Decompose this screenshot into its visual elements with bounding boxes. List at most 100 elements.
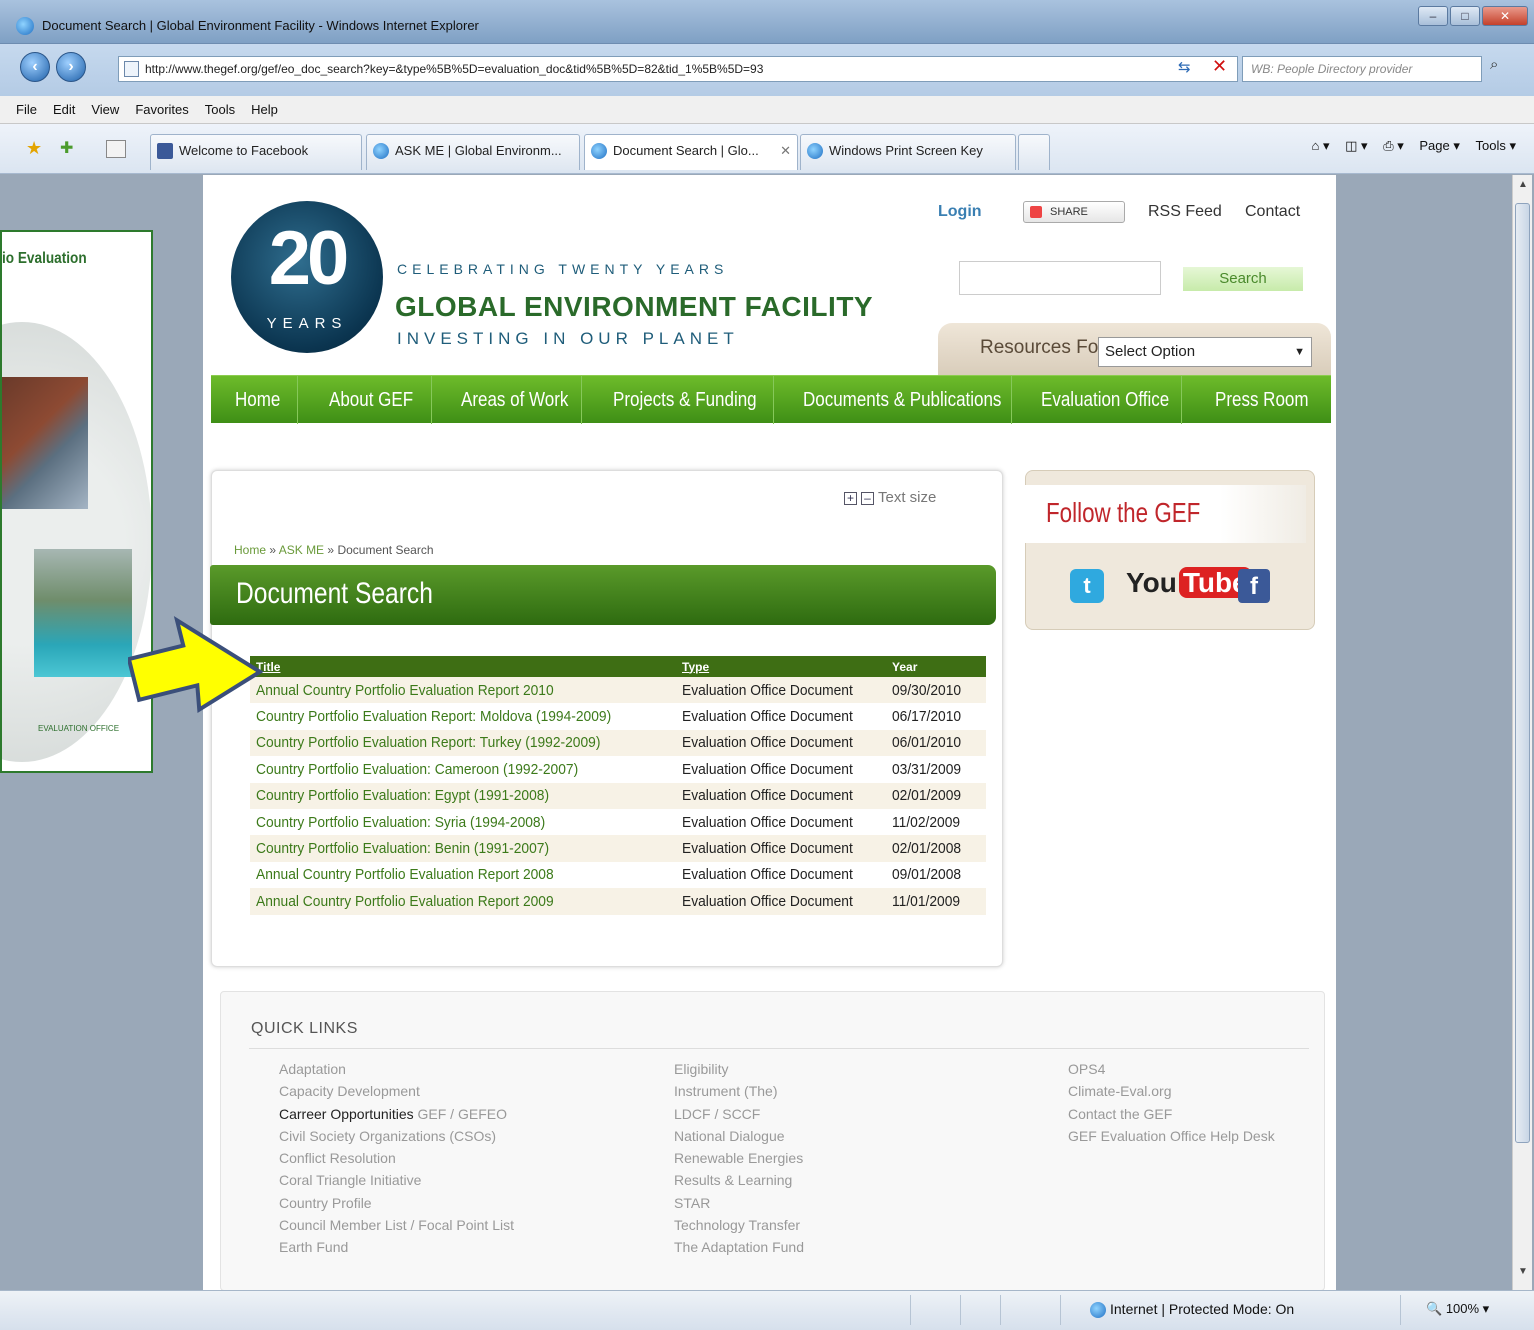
quick-tabs-icon[interactable] <box>106 140 126 158</box>
breadcrumb-home[interactable]: Home <box>234 543 266 557</box>
document-link[interactable]: Country Portfolio Evaluation: Syria (199… <box>250 809 676 835</box>
column-type[interactable]: Type <box>676 656 886 677</box>
menu-help[interactable]: Help <box>251 96 278 124</box>
decrease-text-icon[interactable]: – <box>861 492 874 505</box>
quick-link[interactable]: STAR <box>674 1192 804 1214</box>
facebook-icon[interactable]: f <box>1238 569 1270 603</box>
print-icon[interactable]: ⎙ ▾ <box>1383 138 1404 153</box>
scroll-down-icon[interactable]: ▼ <box>1513 1266 1533 1286</box>
document-link[interactable]: Country Portfolio Evaluation: Cameroon (… <box>250 756 676 782</box>
quick-link[interactable]: The Adaptation Fund <box>674 1236 804 1258</box>
address-bar[interactable]: http://www.thegef.org/gef/eo_doc_search?… <box>118 56 1238 82</box>
security-zone[interactable]: Internet | Protected Mode: On <box>1090 1301 1294 1319</box>
results-table: Title Type Year Annual Country Portfolio… <box>250 656 986 915</box>
table-row: Country Portfolio Evaluation: Syria (199… <box>250 809 986 835</box>
tab-facebook[interactable]: Welcome to Facebook <box>150 134 362 170</box>
rss-feed-link[interactable]: RSS Feed <box>1148 203 1222 221</box>
login-link[interactable]: Login <box>938 203 982 220</box>
document-link[interactable]: Annual Country Portfolio Evaluation Repo… <box>250 677 676 704</box>
breadcrumb-ask-me[interactable]: ASK ME <box>279 543 324 557</box>
quick-link[interactable]: Results & Learning <box>674 1169 804 1191</box>
nav-documents-publications[interactable]: Documents & Publications <box>803 376 1001 424</box>
forward-button[interactable]: › <box>56 52 86 82</box>
yellow-arrow-icon <box>126 616 264 714</box>
menu-tools[interactable]: Tools <box>205 96 235 124</box>
tab-ask-me[interactable]: ASK ME | Global Environm... <box>366 134 580 170</box>
quick-link[interactable]: Eligibility <box>674 1058 804 1080</box>
menu-file[interactable]: File <box>16 96 37 124</box>
refresh-icon[interactable]: ⇆ <box>1178 58 1191 76</box>
document-type: Evaluation Office Document <box>676 782 886 809</box>
scroll-up-icon[interactable]: ▲ <box>1513 179 1533 199</box>
quick-link[interactable]: Instrument (The) <box>674 1080 804 1102</box>
quick-link[interactable]: Country Profile <box>279 1192 514 1214</box>
nav-about-gef[interactable]: About GEF <box>329 376 413 424</box>
document-link[interactable]: Country Portfolio Evaluation Report: Tur… <box>250 729 676 757</box>
document-link[interactable]: Country Portfolio Evaluation Report: Mol… <box>250 703 676 729</box>
site-search-input[interactable] <box>959 261 1161 295</box>
quick-link[interactable]: Technology Transfer <box>674 1214 804 1236</box>
nav-projects-funding[interactable]: Projects & Funding <box>613 376 757 424</box>
menu-edit[interactable]: Edit <box>53 96 75 124</box>
quick-link[interactable]: GEF Evaluation Office Help Desk <box>1068 1125 1275 1147</box>
document-link[interactable]: Country Portfolio Evaluation: Egypt (199… <box>250 782 676 809</box>
document-date: 09/01/2008 <box>892 866 962 884</box>
twitter-icon[interactable]: t <box>1070 569 1104 603</box>
quick-link-careers[interactable]: Carreer Opportunities GEF / GEFEO <box>279 1103 514 1125</box>
contact-link[interactable]: Contact <box>1245 203 1300 221</box>
search-icon[interactable]: ⌕ <box>1490 56 1498 73</box>
tools-menu[interactable]: Tools ▾ <box>1476 138 1517 153</box>
youtube-icon[interactable]: You Tube <box>1126 567 1252 599</box>
favorites-star-icon[interactable]: ★ <box>26 138 42 159</box>
home-icon[interactable]: ⌂ ▾ <box>1312 138 1330 153</box>
quick-link[interactable]: LDCF / SCCF <box>674 1103 804 1125</box>
add-favorite-icon[interactable]: ✚ <box>60 138 73 158</box>
document-link[interactable]: Annual Country Portfolio Evaluation Repo… <box>250 862 676 888</box>
table-row: Annual Country Portfolio Evaluation Repo… <box>250 888 986 915</box>
resources-select[interactable]: Select Option ▼ <box>1098 337 1312 367</box>
quick-link[interactable]: Capacity Development <box>279 1080 514 1102</box>
nav-areas-of-work[interactable]: Areas of Work <box>461 376 568 424</box>
browser-search-input[interactable]: WB: People Directory provider <box>1242 56 1482 82</box>
document-link[interactable]: Annual Country Portfolio Evaluation Repo… <box>250 888 676 915</box>
close-tab-icon[interactable]: ✕ <box>780 135 791 167</box>
quick-link[interactable]: Contact the GEF <box>1068 1103 1275 1125</box>
quick-link[interactable]: Adaptation <box>279 1058 514 1080</box>
breadcrumb-current: Document Search <box>337 543 434 557</box>
quick-link[interactable]: Civil Society Organizations (CSOs) <box>279 1125 514 1147</box>
quick-link[interactable]: Conflict Resolution <box>279 1147 514 1169</box>
command-bar: ⌂ ▾ ◫ ▾ ⎙ ▾ Page ▾ Tools ▾ <box>1300 138 1516 154</box>
quick-link[interactable]: Earth Fund <box>279 1236 514 1258</box>
tab-document-search[interactable]: Document Search | Glo... ✕ <box>584 134 798 170</box>
stop-icon[interactable]: ✕ <box>1212 56 1227 77</box>
document-link[interactable]: Country Portfolio Evaluation: Benin (199… <box>250 835 676 862</box>
menu-favorites[interactable]: Favorites <box>135 96 188 124</box>
feeds-icon[interactable]: ◫ ▾ <box>1345 138 1367 153</box>
column-title[interactable]: Title <box>250 656 676 677</box>
zoom-control[interactable]: 🔍 100% ▾ <box>1426 1301 1489 1317</box>
vertical-scrollbar[interactable]: ▲ ▼ <box>1512 175 1532 1290</box>
close-window-button[interactable]: ✕ <box>1482 6 1528 26</box>
quick-link[interactable]: Coral Triangle Initiative <box>279 1169 514 1191</box>
menu-view[interactable]: View <box>91 96 119 124</box>
page-menu[interactable]: Page ▾ <box>1419 138 1460 153</box>
increase-text-icon[interactable]: + <box>844 492 857 505</box>
quick-link[interactable]: National Dialogue <box>674 1125 804 1147</box>
share-button[interactable]: SHARE <box>1023 201 1125 223</box>
quick-link[interactable]: OPS4 <box>1068 1058 1275 1080</box>
quick-link[interactable]: Council Member List / Focal Point List <box>279 1214 514 1236</box>
new-tab-button[interactable] <box>1018 134 1050 170</box>
maximize-button[interactable]: □ <box>1450 6 1480 26</box>
scroll-thumb[interactable] <box>1515 203 1530 1143</box>
brochure-photo-industrial <box>2 377 88 509</box>
quick-link[interactable]: Climate-Eval.org <box>1068 1080 1275 1102</box>
nav-press-room[interactable]: Press Room <box>1215 376 1309 424</box>
site-search-button[interactable]: Search <box>1183 267 1303 291</box>
nav-home[interactable]: Home <box>235 376 280 424</box>
nav-evaluation-office[interactable]: Evaluation Office <box>1041 376 1169 424</box>
quick-link[interactable]: Renewable Energies <box>674 1147 804 1169</box>
tab-print-screen[interactable]: Windows Print Screen Key <box>800 134 1016 170</box>
minimize-button[interactable]: – <box>1418 6 1448 26</box>
back-button[interactable]: ‹ <box>20 52 50 82</box>
org-name: GLOBAL ENVIRONMENT FACILITY <box>395 291 874 322</box>
